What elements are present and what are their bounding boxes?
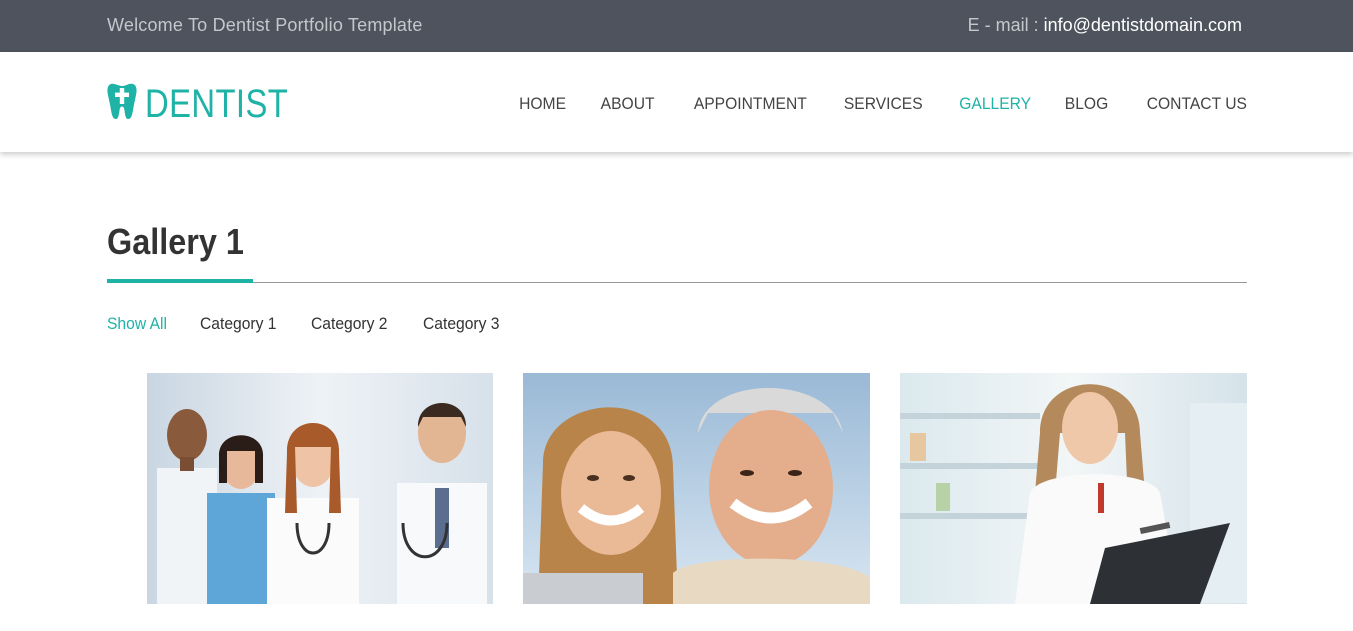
pharmacist-clipboard-photo bbox=[900, 373, 1247, 604]
brand-name: DENTIST bbox=[145, 81, 289, 126]
smiling-couple-photo bbox=[523, 373, 870, 604]
nav-gallery[interactable]: GALLERY bbox=[959, 94, 1031, 114]
nav-about[interactable]: ABOUT bbox=[600, 94, 654, 114]
email-info: E - mail : info@dentistdomain.com bbox=[968, 15, 1242, 36]
email-label: E - mail : bbox=[967, 15, 1039, 35]
welcome-text: Welcome To Dentist Portfolio Template bbox=[107, 15, 423, 35]
nav-appointment[interactable]: APPOINTMENT bbox=[694, 94, 807, 114]
nav-contact-us[interactable]: CONTACT US bbox=[1147, 94, 1247, 114]
main-nav: HOME ABOUT APPOINTMENT SERVICES GALLERY … bbox=[485, 94, 1247, 114]
email-link[interactable]: info@dentistdomain.com bbox=[1044, 15, 1242, 35]
nav-home[interactable]: HOME bbox=[519, 94, 566, 114]
doctors-team-photo bbox=[147, 373, 493, 604]
tooth-cross-icon bbox=[107, 82, 137, 125]
nav-services[interactable]: SERVICES bbox=[844, 94, 923, 114]
filter-category-1[interactable]: Category 1 bbox=[200, 314, 277, 334]
filter-show-all[interactable]: Show All bbox=[107, 314, 167, 334]
gallery-item-1[interactable] bbox=[147, 373, 493, 604]
top-bar: Welcome To Dentist Portfolio Template E … bbox=[0, 0, 1353, 52]
page-title: Gallery 1 bbox=[107, 221, 244, 262]
title-divider bbox=[107, 282, 1247, 283]
filter-category-2[interactable]: Category 2 bbox=[311, 314, 388, 334]
logo[interactable]: DENTIST bbox=[107, 82, 320, 125]
nav-blog[interactable]: BLOG bbox=[1065, 94, 1108, 114]
filter-category-3[interactable]: Category 3 bbox=[423, 314, 500, 334]
gallery-item-3[interactable] bbox=[900, 373, 1247, 604]
gallery-filters: Show All Category 1 Category 2 Category … bbox=[107, 314, 534, 334]
site-header: DENTIST HOME ABOUT APPOINTMENT SERVICES … bbox=[0, 52, 1353, 152]
gallery-item-2[interactable] bbox=[523, 373, 870, 604]
title-divider-accent bbox=[107, 279, 253, 283]
